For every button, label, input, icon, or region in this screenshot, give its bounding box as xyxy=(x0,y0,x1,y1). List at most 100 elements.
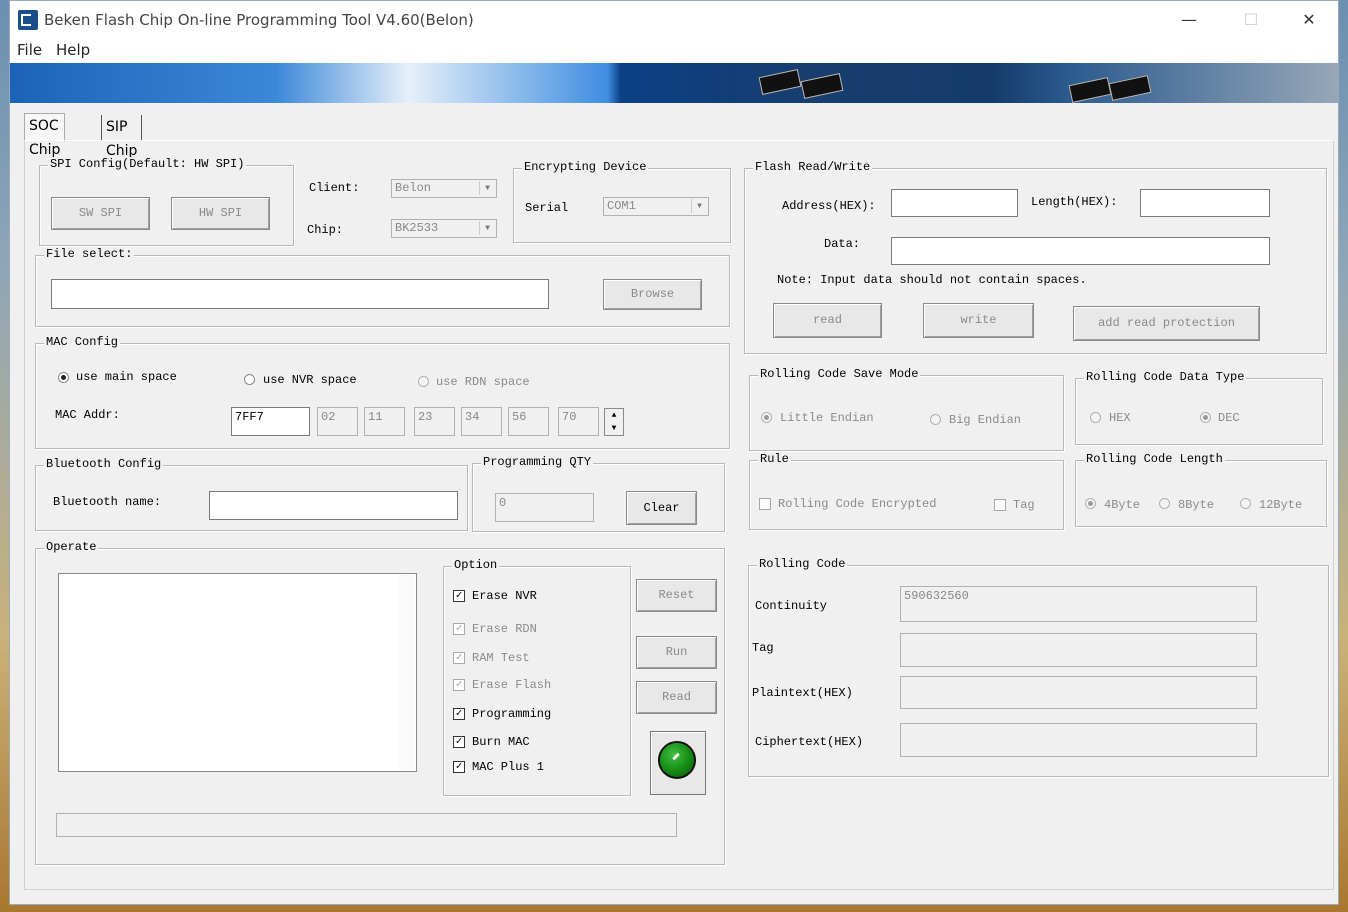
programming-qty-value: 0 xyxy=(495,493,594,522)
rolling-data-type-legend: Rolling Code Data Type xyxy=(1084,370,1247,384)
client-label: Client: xyxy=(309,181,360,195)
beken-logo-icon xyxy=(18,10,38,30)
app-window: Beken Flash Chip On-line Programming Too… xyxy=(9,0,1339,905)
banner-image xyxy=(10,63,1338,103)
serial-port-value: COM1 xyxy=(607,199,636,213)
burn-mac-checkbox[interactable]: ✓ xyxy=(453,736,465,748)
address-hex-label: Address(HEX): xyxy=(782,199,876,213)
continuity-value: 590632560 xyxy=(900,586,1257,622)
plaintext-hex-value xyxy=(900,676,1257,709)
hex-radio[interactable] xyxy=(1090,412,1101,423)
rolling-code-encrypted-checkbox[interactable] xyxy=(759,498,771,510)
use-rdn-space-radio[interactable] xyxy=(418,376,429,387)
status-led-icon xyxy=(658,741,696,779)
rolling-code-encrypted-label: Rolling Code Encrypted xyxy=(778,497,937,511)
browse-button[interactable]: Browse xyxy=(603,279,702,310)
hw-spi-button[interactable]: HW SPI xyxy=(171,197,270,230)
4byte-radio[interactable] xyxy=(1085,498,1096,509)
mac-part-2-input[interactable]: 02 xyxy=(317,407,358,436)
mac-config-legend: MAC Config xyxy=(44,335,121,349)
programming-label: Programming xyxy=(472,707,552,721)
data-input[interactable] xyxy=(891,237,1270,265)
ciphertext-hex-value xyxy=(900,723,1257,757)
hex-label: HEX xyxy=(1109,411,1131,425)
rolling-code-legend: Rolling Code xyxy=(757,557,848,571)
read-button[interactable]: Read xyxy=(636,681,717,714)
erase-nvr-label: Erase NVR xyxy=(472,589,537,603)
flash-read-button[interactable]: read xyxy=(773,303,882,338)
erase-flash-label: Erase Flash xyxy=(472,678,552,692)
rolling-save-mode-legend: Rolling Code Save Mode xyxy=(758,367,921,381)
big-endian-label: Big Endian xyxy=(949,413,1022,427)
clear-button[interactable]: Clear xyxy=(626,491,697,525)
run-button[interactable]: Run xyxy=(636,636,717,669)
mac-part-5-input[interactable]: 34 xyxy=(461,407,502,436)
use-nvr-space-radio[interactable] xyxy=(244,374,255,385)
chip-select[interactable]: BK2533 ▼ xyxy=(391,219,497,238)
menu-file[interactable]: File xyxy=(17,41,42,59)
little-endian-label: Little Endian xyxy=(780,411,874,425)
tag-checkbox[interactable] xyxy=(994,499,1006,511)
programming-checkbox[interactable]: ✓ xyxy=(453,708,465,720)
use-main-space-radio[interactable] xyxy=(58,372,69,383)
menu-help[interactable]: Help xyxy=(56,41,90,59)
mac-part-6-input[interactable]: 56 xyxy=(508,407,549,436)
dec-radio[interactable] xyxy=(1200,412,1211,423)
window-title: Beken Flash Chip On-line Programming Too… xyxy=(44,11,474,29)
mac-part-7-input[interactable]: 70 xyxy=(558,407,599,436)
mac-part-3-input[interactable]: 11 xyxy=(364,407,405,436)
little-endian-radio[interactable] xyxy=(761,412,772,423)
8byte-label: 8Byte xyxy=(1178,498,1215,512)
log-scrollbar[interactable] xyxy=(399,575,415,770)
encrypting-device-legend: Encrypting Device xyxy=(522,160,649,174)
maximize-button[interactable]: ☐ xyxy=(1228,5,1274,35)
12byte-radio[interactable] xyxy=(1240,498,1251,509)
mac-part-1-input[interactable]: 7FF7 xyxy=(231,407,310,436)
close-button[interactable]: ✕ xyxy=(1286,5,1332,35)
8byte-radio[interactable] xyxy=(1159,498,1170,509)
tab-soc-chip[interactable]: SOC Chip xyxy=(24,113,66,158)
tag-value xyxy=(900,633,1257,667)
rolling-length-legend: Rolling Code Length xyxy=(1084,452,1225,466)
mac-spin-control[interactable]: ▲ ▼ xyxy=(604,408,624,436)
file-path-input[interactable] xyxy=(51,279,549,309)
minimize-button[interactable]: — xyxy=(1166,5,1212,35)
spi-config-legend: SPI Config(Default: HW SPI) xyxy=(48,157,247,171)
erase-rdn-checkbox[interactable]: ✓ xyxy=(453,623,465,635)
mac-part-4-input[interactable]: 23 xyxy=(414,407,455,436)
erase-nvr-checkbox[interactable]: ✓ xyxy=(453,590,465,602)
tag-checkbox-label: Tag xyxy=(1013,498,1035,512)
serial-port-select[interactable]: COM1 ▼ xyxy=(603,197,709,216)
status-indicator xyxy=(650,731,706,795)
operate-legend: Operate xyxy=(44,540,99,554)
client-select[interactable]: Belon ▼ xyxy=(391,179,497,198)
add-read-protection-button[interactable]: add read protection xyxy=(1073,306,1260,341)
burn-mac-label: Burn MAC xyxy=(472,735,530,749)
programming-qty-legend: Programming QTY xyxy=(481,455,594,469)
spin-down-icon[interactable]: ▼ xyxy=(605,422,623,435)
ciphertext-hex-label: Ciphertext(HEX) xyxy=(755,735,864,749)
address-hex-input[interactable] xyxy=(891,189,1018,217)
chevron-down-icon: ▼ xyxy=(479,181,495,195)
ram-test-label: RAM Test xyxy=(472,651,530,665)
client-value: Belon xyxy=(395,181,432,195)
reset-button[interactable]: Reset xyxy=(636,579,717,612)
rolling-length-group: Rolling Code Length xyxy=(1075,452,1327,527)
12byte-label: 12Byte xyxy=(1259,498,1303,512)
big-endian-radio[interactable] xyxy=(930,414,941,425)
operate-log-textarea[interactable] xyxy=(58,573,417,772)
length-hex-input[interactable] xyxy=(1140,189,1270,217)
erase-flash-checkbox[interactable]: ✓ xyxy=(453,679,465,691)
rule-group: Rule xyxy=(749,452,1064,530)
title-bar: Beken Flash Chip On-line Programming Too… xyxy=(10,1,1338,39)
sw-spi-button[interactable]: SW SPI xyxy=(51,197,150,230)
tab-sip-chip[interactable]: SIP Chip xyxy=(101,115,143,159)
spin-up-icon[interactable]: ▲ xyxy=(605,409,623,422)
ram-test-checkbox[interactable]: ✓ xyxy=(453,652,465,664)
bluetooth-config-legend: Bluetooth Config xyxy=(44,457,164,471)
flash-write-button[interactable]: write xyxy=(923,303,1034,338)
continuity-label: Continuity xyxy=(755,599,828,613)
bluetooth-name-input[interactable] xyxy=(209,491,458,520)
mac-plus-1-checkbox[interactable]: ✓ xyxy=(453,761,465,773)
use-nvr-space-label: use NVR space xyxy=(263,373,357,387)
